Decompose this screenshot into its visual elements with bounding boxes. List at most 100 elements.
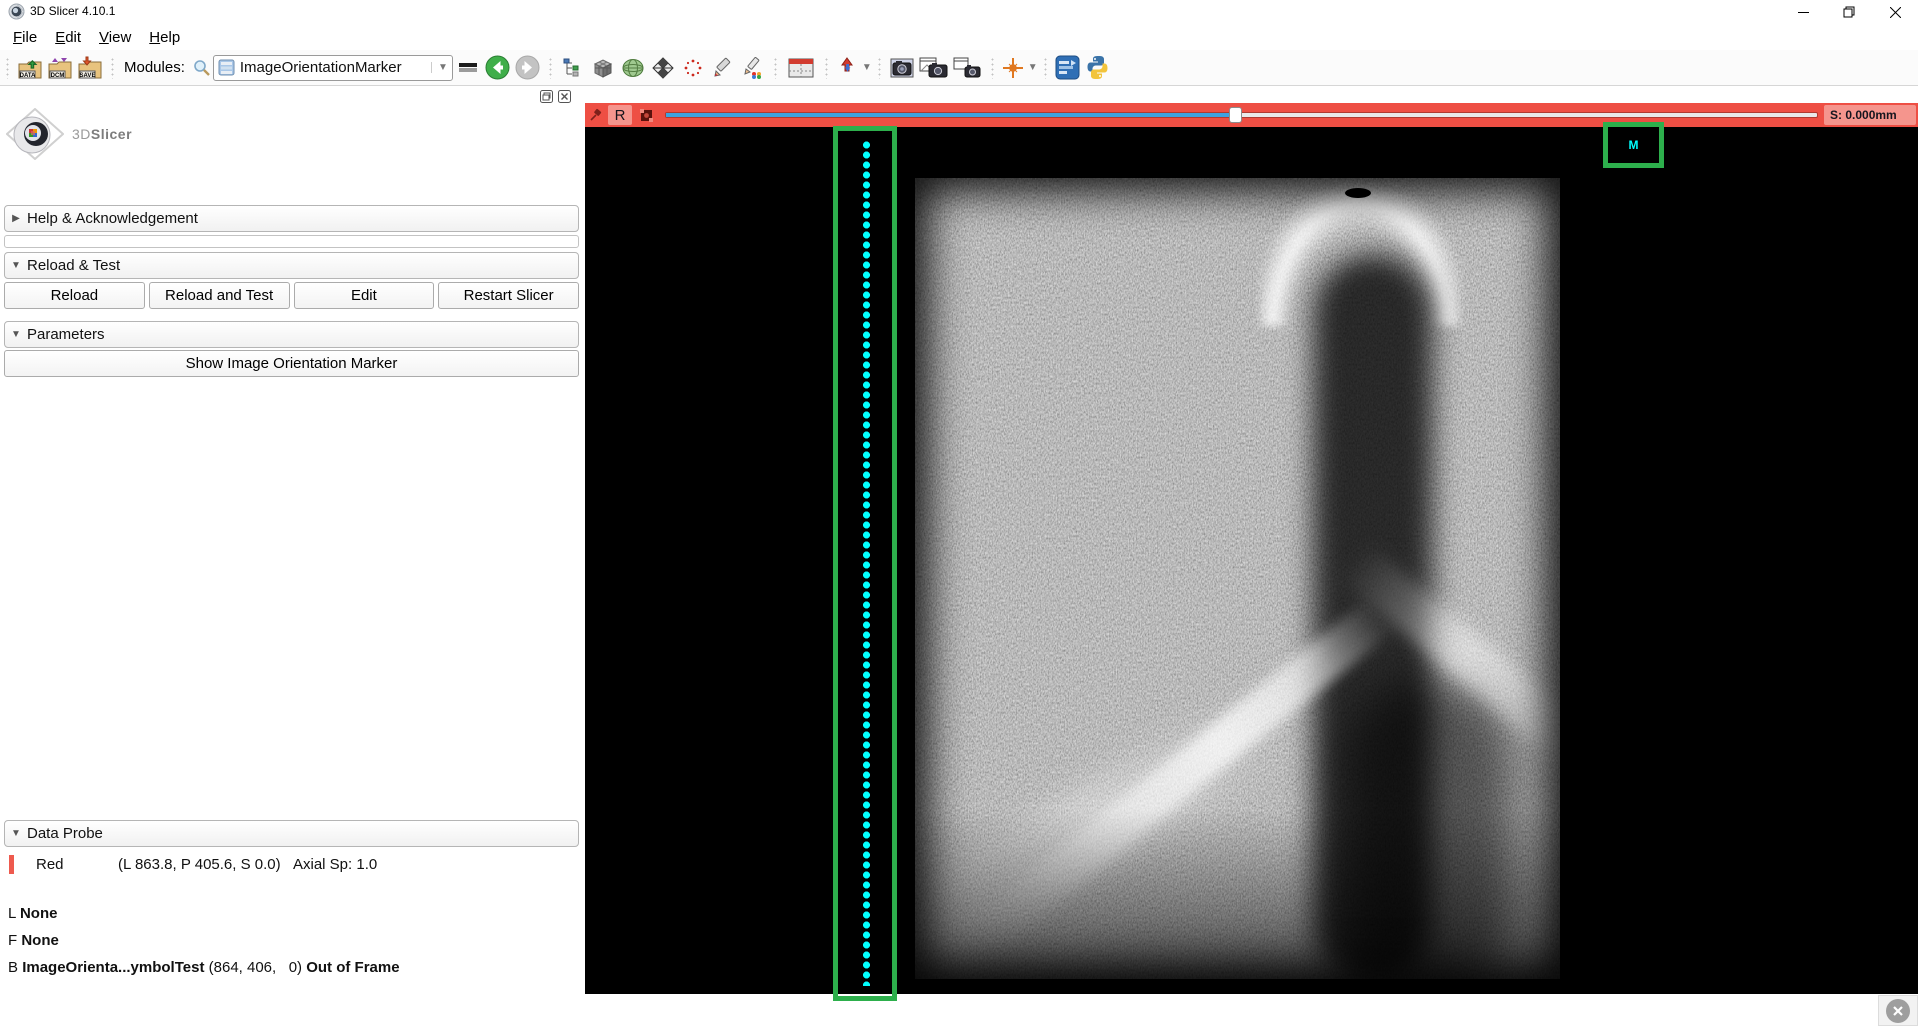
module-panel-toggle-button[interactable] [453,53,483,83]
slice-spacing: Axial Sp: 1.0 [293,856,377,873]
highlight-rectangle-line [833,126,897,1001]
models-module-button[interactable] [618,53,648,83]
hierarchy-tree-icon [563,58,583,78]
slicer-logo-icon [6,108,64,160]
probe-background-layer: B ImageOrienta...ymbolTest (864, 406, 0)… [8,959,400,976]
annotations-module-button[interactable] [738,53,768,83]
updown-arrows-icon [839,57,855,79]
modules-label: Modules: [124,59,185,76]
section-reload-label: Reload & Test [27,257,120,274]
main-toolbar: DATA DCM SAVE Modules: [0,50,1918,86]
speckle-texture [915,178,1560,979]
menu-help[interactable]: Help [140,27,189,48]
crosshair-button[interactable] [1000,53,1026,83]
minimize-button[interactable] [1780,0,1826,24]
restore-icon [1843,6,1855,18]
close-box-icon [558,90,571,103]
notification-close-button[interactable] [1878,995,1918,1026]
save-data-button[interactable]: SAVE [75,53,105,83]
fiducial-sparkle-icon [682,57,704,79]
popout-icon [540,90,553,103]
module-history-back-button[interactable] [483,53,513,83]
restore-button[interactable] [1826,0,1872,24]
slice-render-area[interactable]: M B: ImageOrientationMarkerSymbolTest [585,127,1918,994]
section-help-acknowledgement[interactable]: ▶ Help & Acknowledgement [4,205,579,232]
extensions-manager-button[interactable] [1053,53,1083,83]
bright-band-right [1338,542,1560,789]
section-data-probe[interactable]: ▼ Data Probe [4,820,579,847]
chevron-down-icon[interactable]: ▼ [1028,62,1038,73]
search-icon [193,59,211,77]
load-data-button[interactable]: DATA [15,53,45,83]
editor-module-button[interactable] [708,53,738,83]
svg-text:DCM: DCM [51,73,65,79]
panel-toggle-icon [459,62,477,74]
slider-handle[interactable] [1229,107,1242,123]
scene-view-capture-button[interactable] [917,53,951,83]
probe-foreground-layer: F None [8,932,59,949]
slice-pin-button[interactable] [588,106,606,124]
module-history-forward-button[interactable] [513,53,543,83]
acoustic-shadow-column [1313,253,1433,979]
annotation-pen-icon [741,57,765,79]
module-search-button[interactable] [191,53,213,83]
show-orientation-marker-button[interactable]: Show Image Orientation Marker [4,350,579,377]
toolbar-grip [1043,57,1048,79]
acoustic-shadow-lower [1345,678,1515,979]
section-reload-test[interactable]: ▼ Reload & Test [4,252,579,279]
expanded-arrow-icon: ▼ [5,260,27,271]
layout-selector-button[interactable] [783,53,819,83]
slicer-logo: 3DSlicer [6,108,132,160]
window-title: 3D Slicer 4.10.1 [30,4,115,18]
subject-hierarchy-button[interactable] [558,53,588,83]
forward-arrow-icon [515,55,540,80]
folder-dicom-icon: DCM [47,56,73,80]
view-controllers-button[interactable] [834,53,860,83]
load-dicom-button[interactable]: DCM [45,53,75,83]
pencil-icon [712,57,734,79]
slice-offset-value: S: 0.000mm [1824,105,1916,125]
slice-orientation-label[interactable]: R [608,105,632,125]
section-parameters[interactable]: ▼ Parameters [4,321,579,348]
reload-and-test-button[interactable]: Reload and Test [149,282,290,309]
slice-controller-bar: R S: 0.000mm [585,103,1918,127]
help-section-body [4,235,579,248]
module-icon [218,59,235,76]
bright-band-left [964,597,1395,957]
slicer-window: 3D Slicer 4.10.1 File Edit View Help [0,0,1918,1026]
menu-view[interactable]: View [90,27,140,48]
module-selector-combobox[interactable]: ImageOrientationMarker ▼ [213,55,453,81]
svg-text:SAVE: SAVE [80,73,96,79]
markups-module-button[interactable] [678,53,708,83]
app-logo-icon [8,3,25,20]
red-slice-viewport: R S: 0.000mm [585,86,1918,1026]
toolbar-grip [877,57,882,79]
chevron-down-icon[interactable]: ▼ [862,62,872,73]
menu-edit[interactable]: Edit [46,27,90,48]
edit-button[interactable]: Edit [294,282,435,309]
back-arrow-icon [485,55,510,80]
bottom-falloff [915,809,1560,979]
volumes-module-button[interactable] [588,53,618,83]
menu-bar: File Edit View Help [0,24,1918,50]
chevron-down-icon: ▼ [431,62,448,73]
section-parameters-label: Parameters [27,326,105,343]
python-console-button[interactable] [1083,53,1113,83]
screenshot-button[interactable] [887,53,917,83]
scene-view-restore-button[interactable] [951,53,985,83]
restart-slicer-button[interactable]: Restart Slicer [438,282,579,309]
toolbar-grip [110,57,115,79]
close-button[interactable] [1872,0,1918,24]
transforms-module-button[interactable] [648,53,678,83]
module-selected-name: ImageOrientationMarker [240,59,427,76]
reload-button[interactable]: Reload [4,282,145,309]
panel-close-button[interactable] [557,89,571,103]
orientation-marker-letter: M [1629,138,1639,152]
red-slice-color-swatch [9,855,14,874]
menu-file[interactable]: File [4,27,46,48]
module-panel: 3DSlicer ▶ Help & Acknowledgement ▼ Relo… [0,86,585,1026]
camera-icon [890,58,914,78]
ras-coordinates: (L 863.8, P 405.6, S 0.0) [118,856,281,873]
slice-link-button[interactable] [637,106,655,124]
panel-popup-button[interactable] [539,89,553,103]
